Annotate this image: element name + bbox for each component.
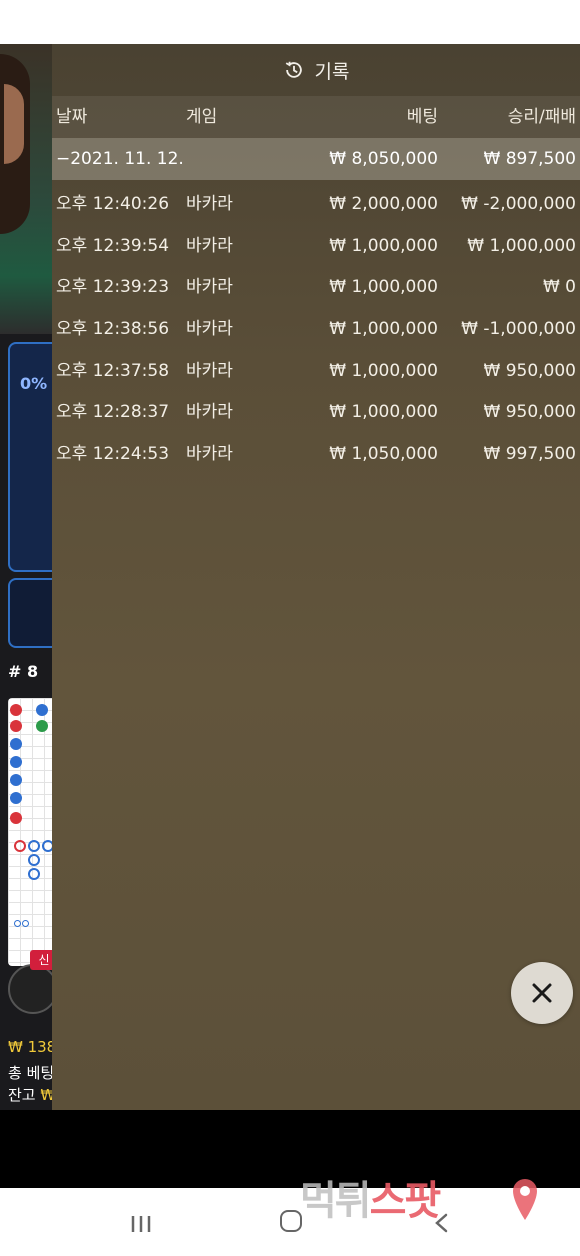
row-time: 오후 12:37:58 — [56, 360, 170, 381]
history-row[interactable]: 오후 12:39:54 바카라 ₩ 1,000,000 ₩ 1,000,000 — [52, 226, 580, 268]
row-bet: ₩ 2,000,000 — [329, 194, 438, 214]
road-dot — [10, 738, 22, 750]
recent-apps-icon[interactable] — [128, 1214, 154, 1234]
summary-bet: ₩ 8,050,000 — [329, 149, 438, 169]
total-bet-label: 총 베팅 — [8, 1064, 55, 1082]
summary-result: ₩ 897,500 — [483, 149, 576, 169]
road-dot — [28, 868, 40, 880]
history-panel: 기록 날짜 게임 베팅 승리/패배 −2021. 11. 12. ₩ 8,050… — [52, 44, 580, 1110]
history-row[interactable]: 오후 12:40:26 바카라 ₩ 2,000,000 ₩ -2,000,000 — [52, 184, 580, 226]
balance-amount: ₩ 138 — [8, 1038, 57, 1056]
road-dot — [14, 920, 21, 927]
remaining-balance: 잔고 ₩ — [8, 1084, 55, 1105]
location-pin-icon — [513, 1179, 537, 1220]
bet-percent-label: 0% — [20, 374, 48, 393]
road-dot — [22, 920, 29, 927]
row-bet: ₩ 1,000,000 — [329, 235, 438, 256]
chip-button[interactable] — [8, 964, 58, 1014]
column-bet: 베팅 — [406, 107, 438, 127]
road-dot — [10, 812, 22, 824]
row-bet: ₩ 1,000,000 — [329, 360, 438, 381]
row-result: ₩ -2,000,000 — [461, 194, 576, 214]
dealer-figure — [4, 84, 24, 164]
row-result: ₩ 0 — [542, 277, 576, 298]
watermark-text-1: 먹튀 — [300, 1178, 372, 1224]
date-summary-row[interactable]: −2021. 11. 12. ₩ 8,050,000 ₩ 897,500 — [52, 138, 580, 180]
panel-header: 기록 — [52, 44, 580, 96]
shoe-number-label: # 8 — [8, 662, 39, 681]
column-result: 승리/패배 — [507, 107, 576, 127]
road-dot — [36, 720, 48, 732]
road-dot — [14, 840, 26, 852]
bottom-band — [0, 1110, 580, 1188]
watermark: 먹튀스팟 — [300, 1168, 442, 1226]
watermark-text-2: 스팟 — [369, 1178, 442, 1224]
row-bet: ₩ 1,000,000 — [329, 319, 438, 340]
home-icon[interactable] — [280, 1210, 302, 1232]
row-game: 바카라 — [186, 444, 233, 465]
row-game: 바카라 — [186, 277, 233, 298]
road-dot — [10, 756, 22, 768]
road-dot — [10, 792, 22, 804]
row-bet: ₩ 1,000,000 — [329, 277, 438, 298]
column-header-row: 날짜 게임 베팅 승리/패배 — [52, 96, 580, 138]
row-result: ₩ 950,000 — [483, 402, 576, 423]
road-dot — [28, 854, 40, 866]
row-time: 오후 12:38:56 — [56, 319, 170, 340]
road-dot — [10, 704, 22, 716]
row-result: ₩ 1,000,000 — [467, 235, 576, 256]
row-result: ₩ 997,500 — [483, 444, 576, 465]
history-row[interactable]: 오후 12:37:58 바카라 ₩ 1,000,000 ₩ 950,000 — [52, 351, 580, 393]
summary-date: −2021. 11. 12. — [56, 149, 184, 169]
row-game: 바카라 — [186, 360, 233, 381]
history-row[interactable]: 오후 12:39:23 바카라 ₩ 1,000,000 ₩ 0 — [52, 267, 580, 309]
row-result: ₩ -1,000,000 — [461, 319, 576, 340]
row-game: 바카라 — [186, 194, 233, 214]
history-rows: 오후 12:40:26 바카라 ₩ 2,000,000 ₩ -2,000,000… — [52, 184, 580, 476]
row-game: 바카라 — [186, 402, 233, 423]
road-dot — [10, 720, 22, 732]
road-dot — [10, 774, 22, 786]
row-result: ₩ 950,000 — [483, 360, 576, 381]
remaining-label: 잔고 — [8, 1086, 36, 1104]
row-game: 바카라 — [186, 235, 233, 256]
close-icon — [532, 983, 552, 1003]
row-time: 오후 12:40:26 — [56, 194, 170, 214]
column-date: 날짜 — [56, 107, 88, 127]
road-dot — [28, 840, 40, 852]
history-row[interactable]: 오후 12:28:37 바카라 ₩ 1,000,000 ₩ 950,000 — [52, 392, 580, 434]
close-button[interactable] — [511, 962, 573, 1024]
row-bet: ₩ 1,000,000 — [329, 402, 438, 423]
history-row[interactable]: 오후 12:38:56 바카라 ₩ 1,000,000 ₩ -1,000,000 — [52, 309, 580, 351]
status-area — [0, 0, 580, 44]
row-game: 바카라 — [186, 319, 233, 340]
panel-title: 기록 — [314, 60, 350, 83]
row-bet: ₩ 1,050,000 — [329, 444, 438, 465]
column-game: 게임 — [186, 107, 218, 127]
history-row[interactable]: 오후 12:24:53 바카라 ₩ 1,050,000 ₩ 997,500 — [52, 434, 580, 476]
row-time: 오후 12:28:37 — [56, 402, 170, 423]
history-clock-icon — [285, 61, 302, 78]
row-time: 오후 12:24:53 — [56, 444, 170, 465]
row-time: 오후 12:39:23 — [56, 277, 170, 298]
dealer-video — [0, 44, 60, 334]
row-time: 오후 12:39:54 — [56, 235, 170, 256]
road-dot — [36, 704, 48, 716]
